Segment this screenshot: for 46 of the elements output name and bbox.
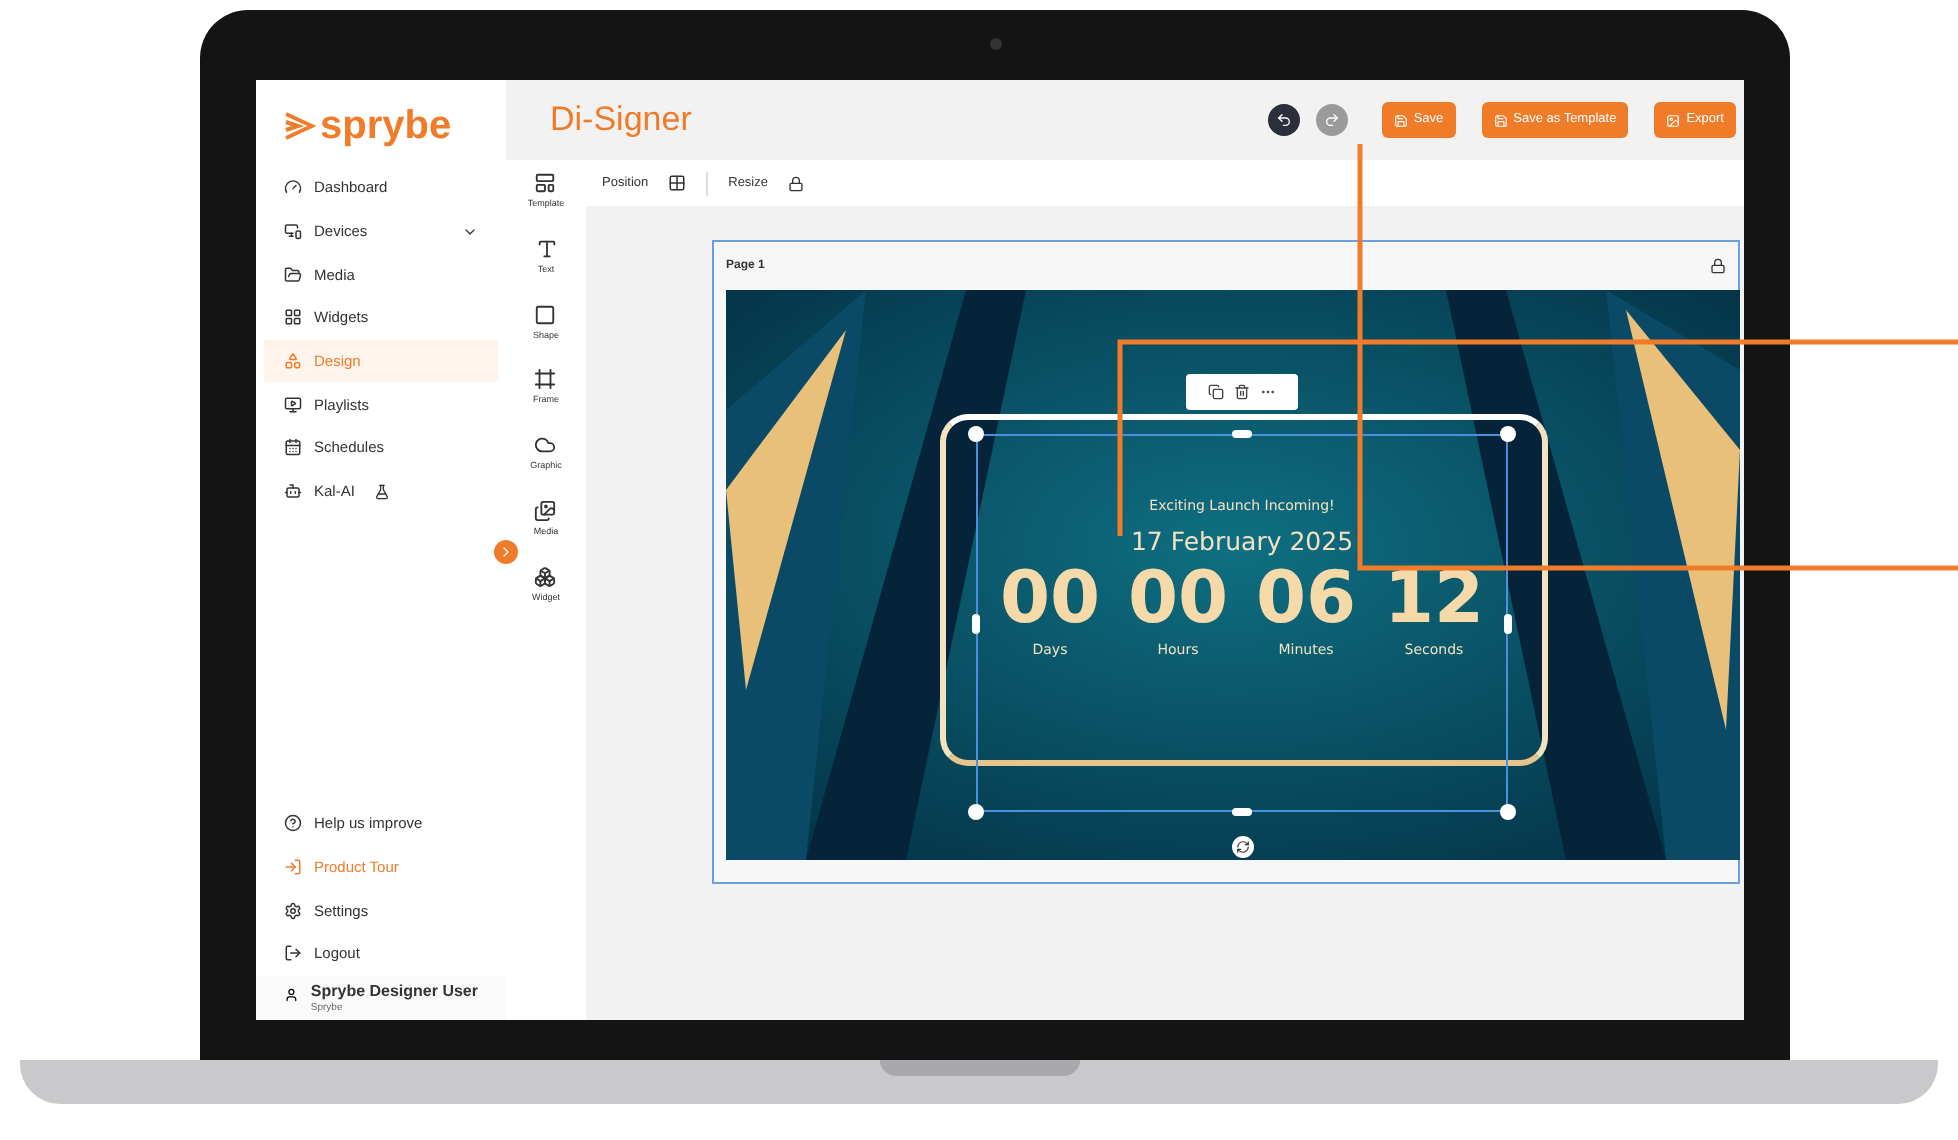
devices-icon (284, 222, 302, 241)
undo-button[interactable] (1267, 104, 1300, 136)
app-title: Di-Signer (550, 98, 692, 143)
edge-handle[interactable] (1504, 614, 1512, 634)
widget-icon (534, 565, 557, 587)
logo-text: sprybe (320, 106, 452, 146)
countdown-number: 00 (1127, 560, 1229, 641)
graphic-icon (534, 434, 557, 456)
template-icon (534, 172, 557, 194)
calendar-icon (284, 438, 302, 457)
countdown-number: 12 (1383, 560, 1485, 641)
edge-handle[interactable] (972, 614, 980, 634)
countdown-number: 06 (1255, 560, 1357, 641)
folder-icon (284, 265, 302, 284)
chevron-right-icon (498, 544, 514, 560)
camera-icon (990, 38, 1002, 50)
trash-icon[interactable] (1234, 384, 1250, 400)
text-icon (535, 237, 557, 260)
checker-icon[interactable] (668, 174, 687, 192)
undo-icon (1275, 112, 1292, 128)
save-icon (1493, 113, 1508, 127)
settings-icon (284, 901, 302, 920)
collapse-toggle[interactable] (494, 540, 518, 564)
frame-icon (534, 368, 557, 391)
countdown-date: 17 February 2025 (1130, 523, 1354, 560)
countdown-number: 00 (999, 560, 1101, 641)
redo-icon (1323, 112, 1340, 128)
user-icon (284, 985, 299, 1004)
grid-icon (284, 308, 302, 327)
design-icon (284, 352, 302, 371)
duplicate-icon[interactable] (1208, 384, 1224, 400)
image-icon (1666, 113, 1681, 127)
help-icon (284, 814, 302, 833)
logout-icon (284, 944, 302, 963)
logo-chevron-icon (284, 112, 316, 140)
gauge-icon (284, 178, 302, 197)
edge-handle[interactable] (1232, 430, 1252, 438)
shape-icon (534, 303, 557, 325)
edge-handle[interactable] (1232, 808, 1252, 816)
lock-icon[interactable] (1710, 258, 1726, 274)
playlist-icon (284, 395, 302, 414)
user-name: Sprybe Designer User (310, 981, 478, 1002)
lock-icon[interactable] (788, 175, 804, 191)
save-icon (1393, 113, 1408, 127)
rotate-icon (1236, 840, 1250, 854)
media-icon (534, 499, 557, 522)
